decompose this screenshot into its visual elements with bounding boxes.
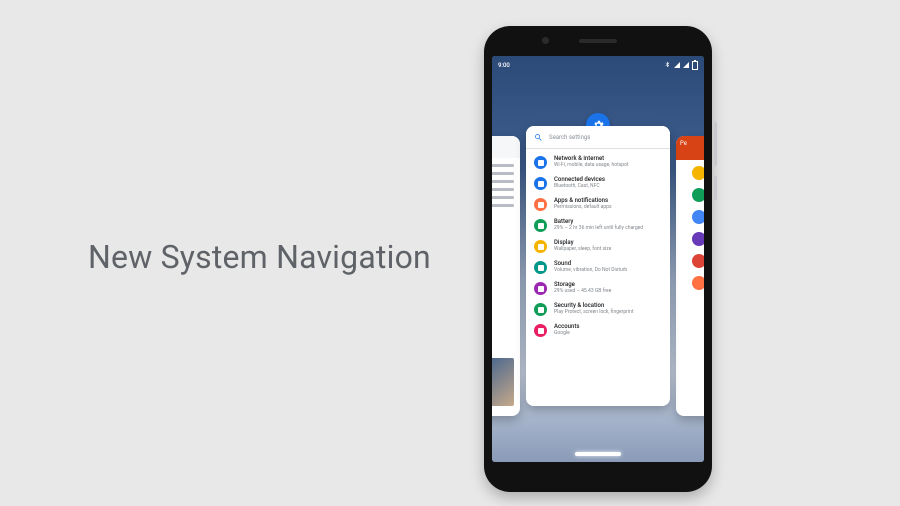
settings-item-text: AccountsGoogle — [554, 324, 579, 336]
recents-card-settings[interactable]: Search settings Network & internetWi-Fi,… — [526, 126, 670, 406]
settings-item-connected-devices[interactable]: Connected devicesBluetooth, Cast, NFC — [526, 173, 670, 194]
phone-screen: 9:00 — [492, 56, 704, 462]
recents-card-left[interactable] — [492, 136, 520, 416]
settings-item-accounts[interactable]: AccountsGoogle — [526, 320, 670, 341]
settings-search-placeholder: Search settings — [549, 134, 590, 141]
settings-item-text: SoundVolume, vibration, Do Not Disturb — [554, 261, 627, 273]
recents-carousel[interactable]: Pe — [492, 126, 704, 438]
settings-item-text: Storage29% used – 45.43 GB free — [554, 282, 611, 294]
settings-item-subtitle: 29% used – 45.43 GB free — [554, 289, 611, 295]
settings-item-icon — [534, 177, 547, 190]
settings-item-battery[interactable]: Battery29% – 2 hr 36 min left until full… — [526, 215, 670, 236]
recents-card-right[interactable]: Pe — [676, 136, 704, 416]
settings-item-subtitle: Volume, vibration, Do Not Disturb — [554, 268, 627, 274]
front-camera — [542, 37, 549, 44]
home-pill[interactable] — [575, 452, 621, 456]
settings-item-subtitle: 29% – 2 hr 36 min left until fully charg… — [554, 226, 643, 232]
settings-item-text: Network & internetWi-Fi, mobile, data us… — [554, 156, 629, 168]
settings-item-icon — [534, 219, 547, 232]
power-button — [714, 176, 717, 200]
settings-item-text: Security & locationPlay Protect, screen … — [554, 303, 633, 315]
card-right-header: Pe — [676, 136, 704, 160]
settings-item-icon — [534, 324, 547, 337]
status-bar: 9:00 — [492, 56, 704, 72]
settings-item-storage[interactable]: Storage29% used – 45.43 GB free — [526, 278, 670, 299]
settings-item-sound[interactable]: SoundVolume, vibration, Do Not Disturb — [526, 257, 670, 278]
settings-item-subtitle: Google — [554, 331, 579, 337]
settings-item-icon — [534, 303, 547, 316]
bluetooth-icon — [664, 61, 671, 70]
status-time: 9:00 — [498, 62, 510, 69]
settings-item-icon — [534, 156, 547, 169]
cell-signal-icon — [683, 62, 689, 68]
settings-item-subtitle: Wallpaper, sleep, font size — [554, 247, 611, 253]
settings-item-icon — [534, 240, 547, 253]
card-left-image — [492, 358, 514, 406]
settings-search[interactable]: Search settings — [526, 126, 670, 149]
settings-item-text: Apps & notificationsPermissions, default… — [554, 198, 612, 210]
earpiece — [579, 39, 617, 43]
battery-icon — [692, 61, 698, 70]
wifi-icon — [674, 62, 680, 68]
settings-item-text: Connected devicesBluetooth, Cast, NFC — [554, 177, 605, 189]
card-left-content — [492, 164, 514, 212]
settings-item-subtitle: Permissions, default apps — [554, 205, 612, 211]
slide-headline: New System Navigation — [88, 238, 431, 276]
settings-item-icon — [534, 261, 547, 274]
slide: New System Navigation 9:00 — [0, 0, 900, 506]
card-left-toolbar — [492, 136, 520, 158]
settings-item-apps-notifications[interactable]: Apps & notificationsPermissions, default… — [526, 194, 670, 215]
search-icon — [534, 133, 543, 142]
settings-item-text: Battery29% – 2 hr 36 min left until full… — [554, 219, 643, 231]
settings-item-icon — [534, 198, 547, 211]
settings-item-subtitle: Bluetooth, Cast, NFC — [554, 184, 605, 190]
card-right-avatars — [676, 158, 704, 298]
settings-item-text: DisplayWallpaper, sleep, font size — [554, 240, 611, 252]
settings-item-display[interactable]: DisplayWallpaper, sleep, font size — [526, 236, 670, 257]
settings-item-security-location[interactable]: Security & locationPlay Protect, screen … — [526, 299, 670, 320]
settings-item-subtitle: Play Protect, screen lock, fingerprint — [554, 310, 633, 316]
settings-item-icon — [534, 282, 547, 295]
settings-item-network-internet[interactable]: Network & internetWi-Fi, mobile, data us… — [526, 152, 670, 173]
phone-frame: 9:00 — [484, 26, 712, 492]
card-right-header-label: Pe — [680, 140, 687, 147]
volume-rocker — [714, 122, 717, 166]
settings-list: Network & internetWi-Fi, mobile, data us… — [526, 149, 670, 344]
settings-item-subtitle: Wi-Fi, mobile, data usage, hotspot — [554, 163, 629, 169]
